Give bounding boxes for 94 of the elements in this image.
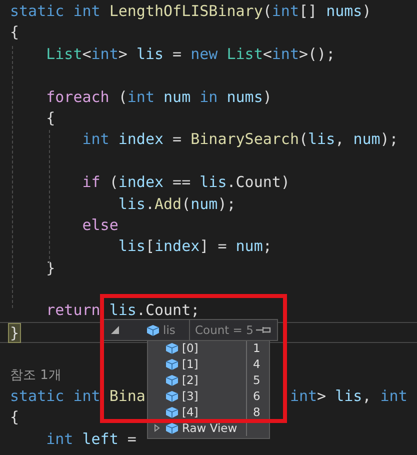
code-token: static int [10, 1, 102, 22]
item-index[interactable]: [3] [182, 388, 246, 404]
code-token: ); [218, 194, 236, 215]
reference-count-link[interactable]: 참조 1개 [10, 364, 62, 386]
cube-icon [166, 390, 178, 402]
cube-icon [147, 324, 159, 336]
code-token: ( [117, 86, 128, 108]
code-token: int [272, 44, 299, 65]
code-token: = [172, 44, 183, 65]
item-value: 4 [246, 356, 260, 372]
code-token: lis [136, 44, 164, 65]
item-index[interactable]: [0] [182, 340, 246, 356]
code-token: == [172, 172, 192, 194]
code-token: foreach [45, 86, 110, 108]
code-token: num [353, 129, 380, 150]
code-token: ; [262, 236, 272, 258]
code-token: ) [362, 1, 372, 22]
code-token: ] = [200, 236, 228, 258]
code-token: nums [226, 86, 263, 108]
code-token: ( [182, 194, 191, 215]
code-token: < [262, 44, 272, 65]
code-token: lis [200, 172, 227, 194]
code-token: >(); [299, 44, 336, 65]
code-token: ( [108, 172, 118, 194]
variable-value: Count = 5 [189, 320, 254, 340]
code-token: Add [154, 194, 182, 215]
code-token: [ [145, 236, 154, 258]
item-value: 6 [246, 388, 260, 404]
item-index[interactable]: [4] [182, 404, 246, 420]
code-token: ( [299, 129, 308, 150]
cube-icon [166, 406, 178, 418]
code-token: BinarySearch [190, 129, 299, 150]
code-token: num [236, 236, 263, 258]
cube-icon [166, 342, 178, 354]
code-token: Bina [109, 386, 146, 408]
code-token: = [172, 129, 183, 150]
code-token: LengthOfLISBinary [109, 1, 263, 22]
raw-view-label[interactable]: Raw View [182, 420, 246, 436]
pin-icon[interactable] [256, 326, 272, 334]
matched-brace: } [9, 324, 20, 342]
code-token: > [118, 44, 128, 65]
item-value: 1 [246, 340, 260, 356]
variable-name: lis [163, 323, 176, 337]
code-token: in [200, 86, 218, 108]
code-token: List [45, 44, 82, 65]
cube-icon [166, 374, 178, 386]
code-token: lis [117, 236, 146, 258]
cube-icon [166, 422, 178, 434]
code-token: int [91, 44, 118, 65]
code-token: num [164, 86, 192, 108]
code-token: int [45, 428, 74, 450]
item-index[interactable]: [2] [182, 372, 246, 388]
code-token: return [45, 300, 102, 322]
code-token: List [226, 44, 263, 65]
code-token: nums [326, 1, 362, 22]
code-token: { [10, 22, 20, 44]
code-token: lis [117, 194, 146, 215]
code-token: { [10, 407, 20, 428]
code-token: lis [109, 300, 136, 322]
item-index[interactable]: [1] [182, 356, 246, 372]
code-token: < [82, 44, 92, 65]
collapse-triangle-icon[interactable] [111, 326, 119, 334]
code-token: > [317, 386, 328, 408]
code-token: int [127, 86, 156, 108]
item-value: 8 [246, 404, 260, 420]
code-token: .Count) [226, 172, 290, 194]
code-token: lis [308, 129, 336, 150]
code-token: = [126, 428, 136, 450]
code-token: int [81, 129, 110, 150]
code-token: if [81, 172, 100, 194]
code-token: index [118, 129, 164, 150]
code-token: ( [262, 1, 272, 22]
cube-icon [166, 358, 178, 370]
code-token: ) [262, 86, 272, 108]
code-token: lis [335, 386, 362, 408]
code-token: num [190, 194, 218, 215]
code-token: index [154, 236, 200, 258]
code-token: int [272, 1, 299, 22]
code-token: index [118, 172, 164, 194]
code-token: , [335, 129, 346, 150]
code-token: . [145, 194, 154, 215]
item-value: 5 [246, 372, 260, 388]
code-token: [] [299, 1, 318, 22]
code-token: static int [10, 386, 102, 408]
code-token: { [45, 108, 56, 129]
code-token: ); [380, 129, 398, 150]
code-token: else [81, 214, 118, 236]
expand-triangle-icon[interactable] [154, 424, 160, 432]
code-token: new [190, 44, 219, 65]
code-token: int [290, 386, 318, 408]
code-token: left [82, 428, 118, 450]
code-token: int [380, 386, 408, 408]
code-token: , [362, 386, 372, 408]
code-token: .Count; [136, 300, 200, 322]
